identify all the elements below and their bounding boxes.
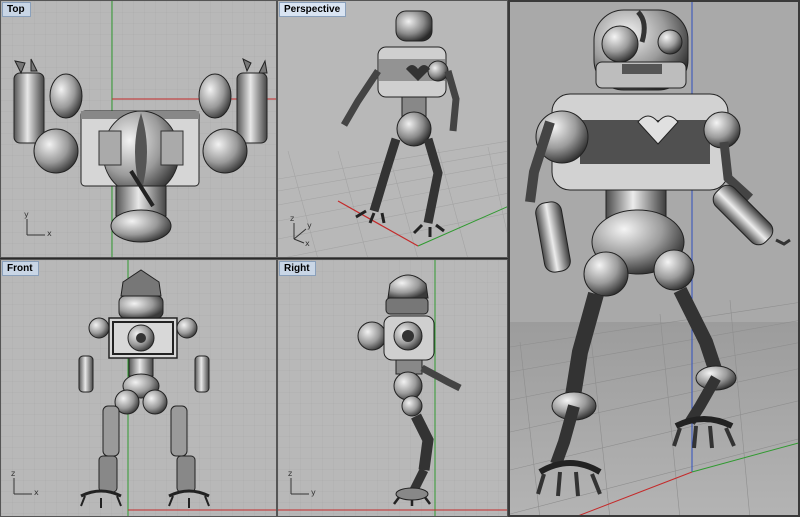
right-view-canvas [278,260,507,516]
right-axis-y-label: y [311,488,316,497]
robot-perspective-model [340,10,460,237]
viewport-right[interactable]: Right y z [277,259,508,517]
viewport-label-perspective[interactable]: Perspective [279,2,347,17]
viewport-perspective[interactable]: Perspective y x z [277,0,508,258]
viewport-label-top[interactable]: Top [2,2,31,17]
viewport-label-right[interactable]: Right [279,261,316,276]
top-view-canvas [1,1,276,257]
render-view-large[interactable] [508,0,800,517]
perspective-view-canvas [278,10,507,257]
perspective-axis-z-label: z [290,214,295,223]
viewport-front[interactable]: Front x z [0,259,277,517]
front-axis-x-label: x [34,488,39,497]
front-view-canvas [1,260,276,516]
front-axis-z-label: z [11,469,16,478]
perspective-axis-x-label: x [305,239,310,248]
viewport-top[interactable]: Top x y [0,0,277,258]
right-axis-z-label: z [288,469,293,478]
top-axis-y-label: y [24,210,29,219]
viewport-label-front[interactable]: Front [2,261,39,276]
top-axis-x-label: x [47,229,52,238]
render-view-canvas [510,2,798,515]
perspective-axis-y-label: y [307,221,312,230]
